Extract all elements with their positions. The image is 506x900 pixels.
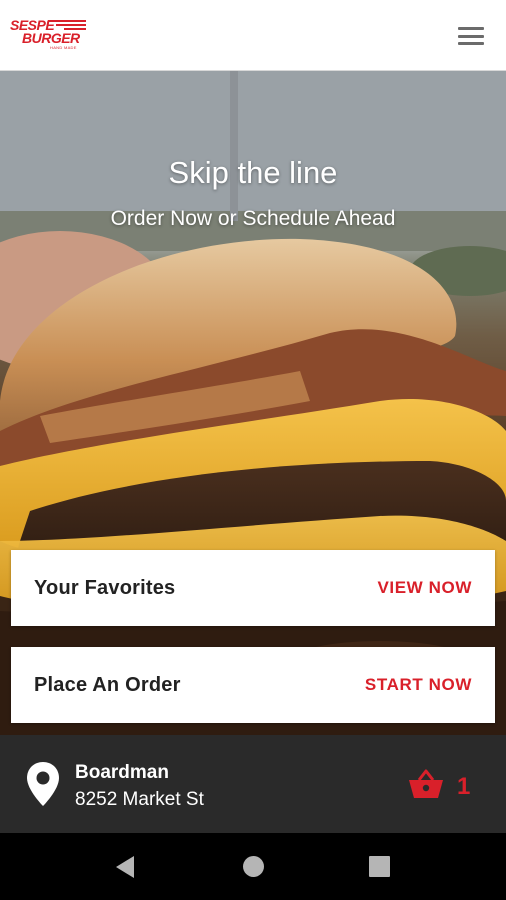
hero-subtitle: Order Now or Schedule Ahead <box>110 207 396 230</box>
menu-line <box>458 34 484 38</box>
logo-tagline: HAND MADE <box>50 45 77 50</box>
place-order-card[interactable]: Place An Order START NOW <box>11 647 495 723</box>
recents-icon[interactable] <box>369 856 390 877</box>
store-address: 8252 Market St <box>75 789 204 810</box>
hero-banner: Skip the line Order Now or Schedule Ahea… <box>0 71 506 735</box>
sespe-burger-logo[interactable]: SESPE BURGER HAND MADE <box>10 14 90 56</box>
logo-stripe <box>48 20 86 22</box>
logo-text-bottom: BURGER <box>22 30 80 46</box>
location-bar[interactable]: Boardman 8252 Market St 1 <box>0 735 506 833</box>
view-now-button[interactable]: VIEW NOW <box>377 578 472 598</box>
map-pin-icon <box>27 762 59 806</box>
logo-stripe <box>64 28 86 30</box>
home-icon[interactable] <box>243 856 264 877</box>
store-name: Boardman <box>75 762 169 783</box>
start-now-button[interactable]: START NOW <box>365 675 472 695</box>
menu-line <box>458 27 484 30</box>
logo-stripe <box>56 24 86 26</box>
hamburger-menu-icon[interactable] <box>456 24 486 48</box>
cart-count[interactable]: 1 <box>457 773 470 801</box>
basket-icon[interactable] <box>408 769 444 799</box>
system-nav-bar <box>0 833 506 900</box>
app-bar: SESPE BURGER HAND MADE <box>0 0 506 71</box>
favorites-card[interactable]: Your Favorites VIEW NOW <box>11 550 495 626</box>
menu-line <box>458 42 484 45</box>
hero-title: Skip the line <box>168 155 338 190</box>
back-icon[interactable] <box>114 855 136 879</box>
favorites-title: Your Favorites <box>34 576 176 599</box>
place-order-title: Place An Order <box>34 673 181 696</box>
